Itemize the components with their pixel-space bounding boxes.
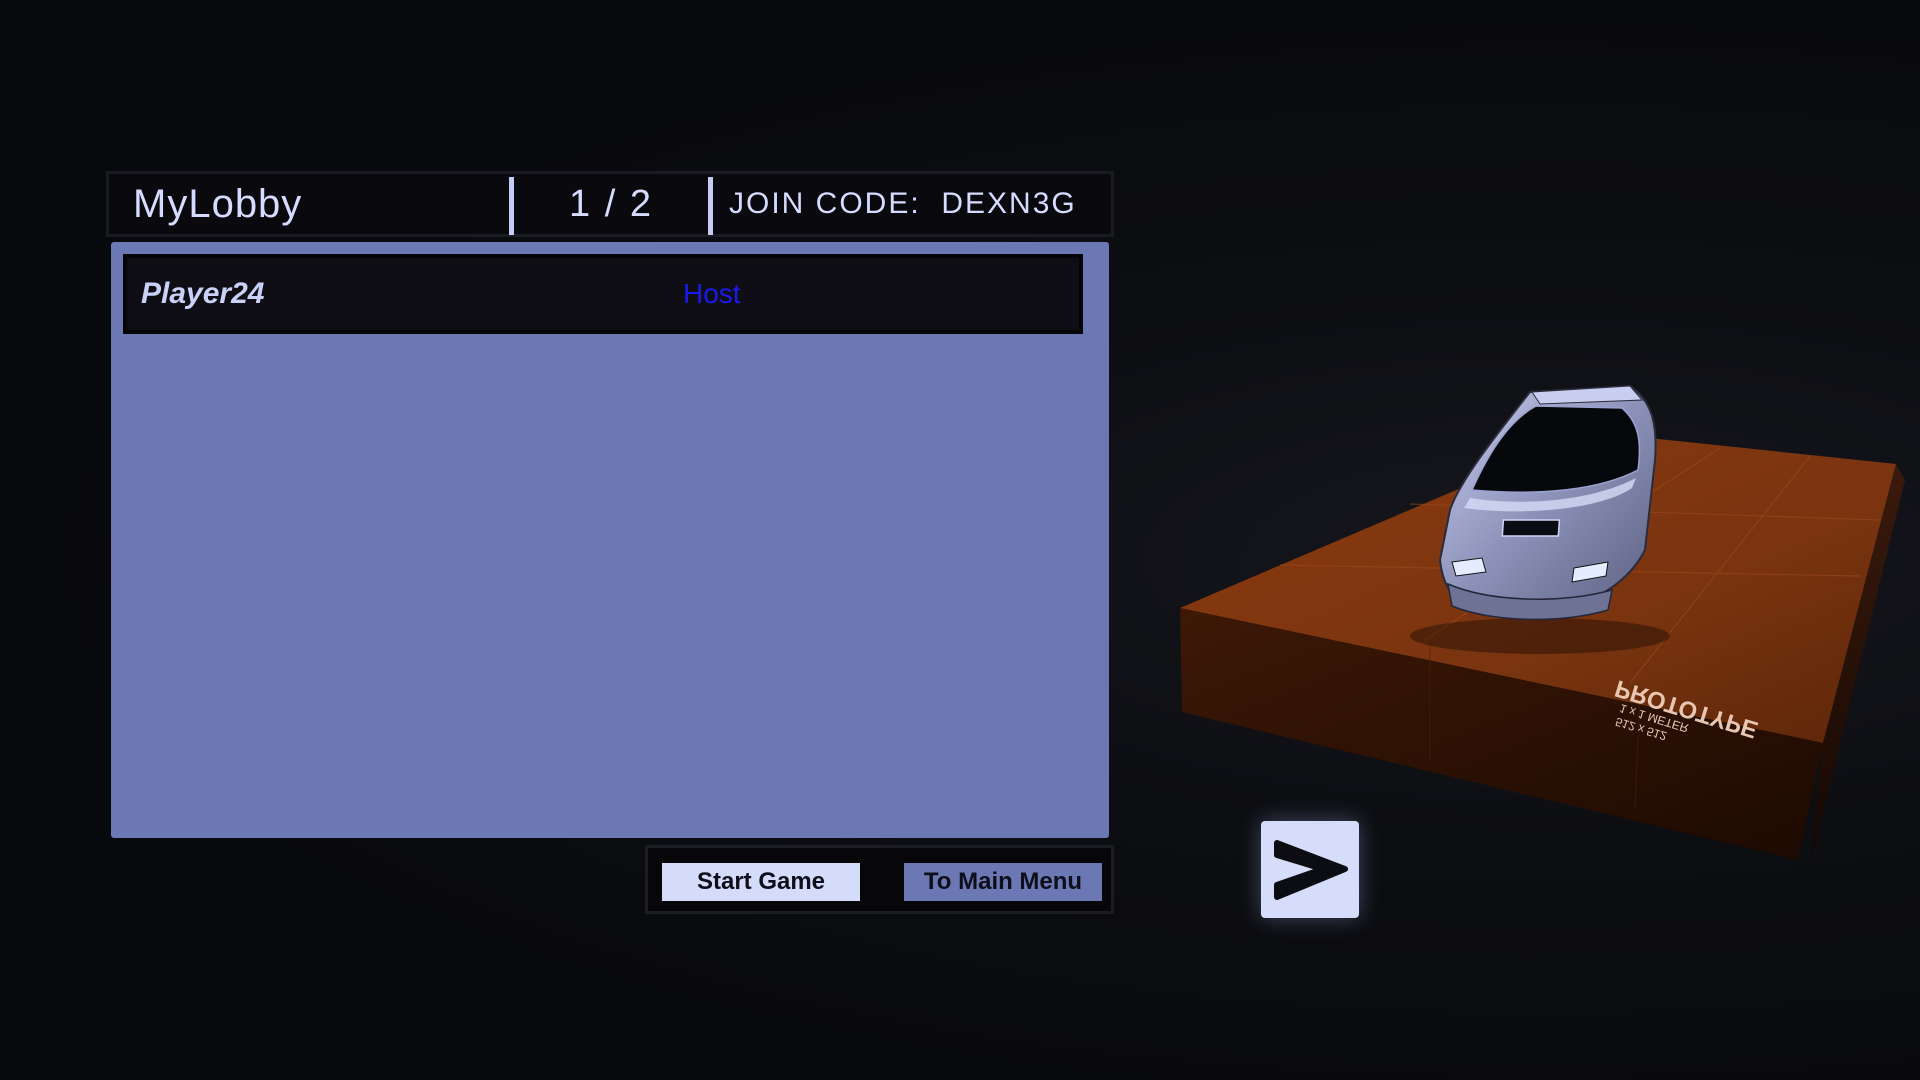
header-divider [708,177,713,235]
main-menu-button[interactable]: To Main Menu [904,863,1102,901]
game-scene: MyLobby 1 / 2 JOIN CODE: DEXN3G Player24… [0,0,1920,1080]
car-preview: PROTOTYPE 1 x 1 METER 512 x 512 [1180,384,1905,865]
player-count: 1 / 2 [569,183,653,225]
lobby-header: MyLobby 1 / 2 JOIN CODE: DEXN3G [106,171,1114,237]
player-name: Player24 [141,277,265,310]
player-role: Host [683,278,741,309]
action-bar: Start Game To Main Menu [645,845,1114,914]
lobby-name: MyLobby [133,182,303,226]
player-row[interactable]: Player24 Host [123,254,1083,334]
player-list-panel: Player24 Host [111,242,1109,838]
start-game-button[interactable]: Start Game [662,863,860,901]
join-code: JOIN CODE: DEXN3G [729,187,1077,220]
